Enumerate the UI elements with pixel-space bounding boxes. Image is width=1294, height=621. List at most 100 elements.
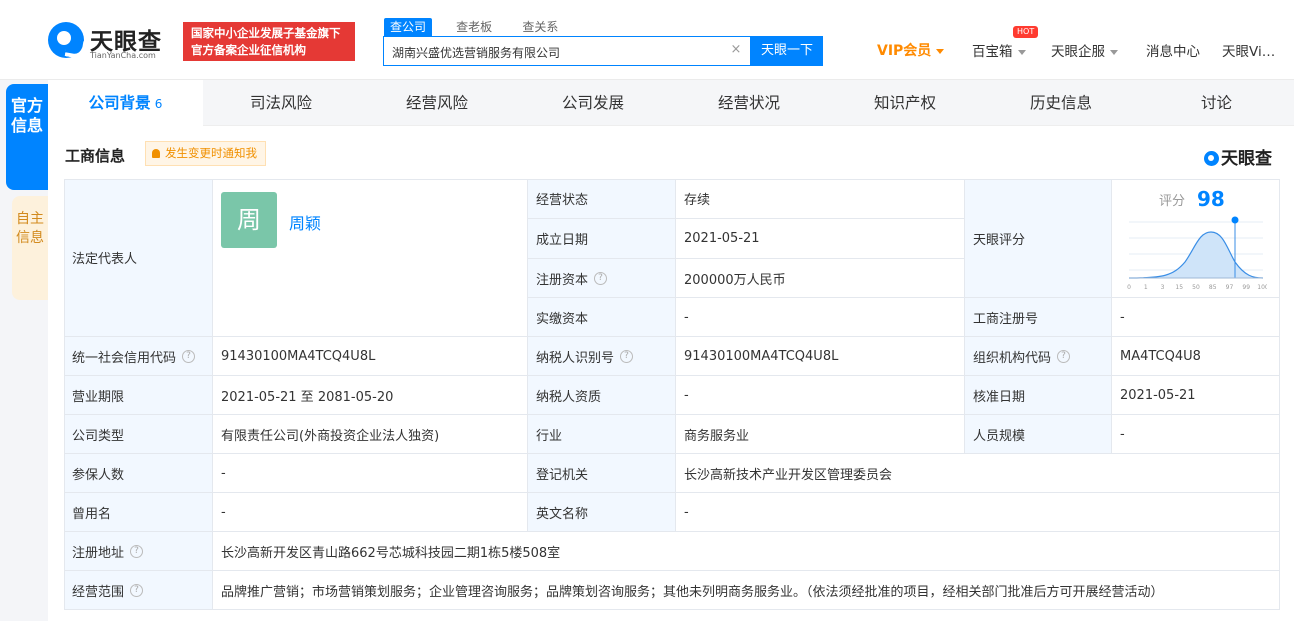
- enterprise-label: 天眼企服: [1051, 44, 1105, 60]
- section-tabbar: 公司背景 6 司法风险 经营风险 公司发展 经营状况 知识产权 历史信息 讨论: [48, 80, 1294, 126]
- scope-label: 经营范围: [72, 584, 125, 600]
- help-icon[interactable]: ?: [620, 349, 634, 363]
- taxpayer-id-label-cell: 纳税人识别号?: [528, 337, 676, 376]
- logo-eye-icon: [48, 22, 84, 58]
- tab-company-background[interactable]: 公司背景 6: [48, 80, 203, 126]
- tab-history[interactable]: 历史信息: [983, 80, 1139, 126]
- official-badge: 国家中小企业发展子基金旗下 官方备案企业征信机构: [183, 22, 355, 61]
- tab-label: 公司背景: [88, 94, 151, 112]
- help-icon[interactable]: ?: [130, 544, 144, 558]
- org-code-label-cell: 组织机构代码?: [965, 337, 1112, 376]
- approve-value: 2021-05-21: [1112, 376, 1280, 415]
- type-value: 有限责任公司(外商投资企业法人独资): [213, 415, 528, 454]
- taxpayer-id-value: 91430100MA4TCQ4U8L: [676, 337, 965, 376]
- tianyancha-logo[interactable]: 天眼查 TianYanCha.com: [48, 22, 178, 62]
- credit-code-label: 统一社会信用代码: [72, 350, 177, 366]
- scope-label-cell: 经营范围?: [64, 571, 213, 610]
- status-value: 存续: [676, 179, 965, 219]
- score-caption: 评分: [1159, 194, 1186, 209]
- chevron-down-icon: [1110, 49, 1118, 55]
- logo-eye-icon: [1204, 151, 1219, 166]
- score-axis: 0 1 3 15 50 85 97 99 100: [1127, 284, 1267, 291]
- reg-capital-label-cell: 注册资本?: [528, 259, 676, 298]
- tax-qual-label: 纳税人资质: [528, 376, 676, 415]
- industry-label: 行业: [528, 415, 676, 454]
- score-axis-tick: 97: [1226, 284, 1234, 291]
- english-name-value: -: [676, 493, 1280, 532]
- toolbox-menu[interactable]: 百宝箱: [972, 40, 1026, 60]
- authority-value: 长沙高新技术产业开发区管理委员会: [676, 454, 1280, 493]
- bell-icon: [152, 149, 160, 158]
- tab-company-development[interactable]: 公司发展: [515, 80, 671, 126]
- authority-label: 登记机关: [528, 454, 676, 493]
- founded-value: 2021-05-21: [676, 219, 965, 259]
- clear-icon[interactable]: ×: [728, 42, 744, 58]
- org-code-label: 组织机构代码: [973, 350, 1052, 366]
- chevron-down-icon: [1017, 49, 1026, 55]
- tab-business-risk[interactable]: 经营风险: [359, 80, 515, 126]
- term-label: 营业期限: [64, 376, 213, 415]
- reg-capital-label: 注册资本: [536, 272, 589, 288]
- search-type-tabs: 查公司 查老板 查关系: [384, 18, 578, 36]
- paid-capital-value: -: [676, 298, 965, 337]
- tab-count: 6: [154, 97, 163, 111]
- insured-label: 参保人数: [64, 454, 213, 493]
- search-tab-company[interactable]: 查公司: [384, 18, 433, 36]
- score-label: 天眼评分: [965, 179, 1112, 298]
- logo-subtext: TianYanCha.com: [90, 51, 156, 60]
- side-tab-official-info[interactable]: 官方信息: [6, 84, 48, 190]
- score-axis-tick: 1: [1144, 284, 1148, 291]
- reg-capital-value: 200000万人民币: [676, 259, 965, 298]
- toolbox-label: 百宝箱: [972, 44, 1013, 60]
- status-label: 经营状态: [528, 179, 676, 219]
- score-axis-tick: 0: [1127, 284, 1131, 291]
- user-menu[interactable]: 天眼Vi…: [1222, 40, 1275, 60]
- avatar: 周: [221, 192, 277, 248]
- tax-qual-value: -: [676, 376, 965, 415]
- enterprise-menu[interactable]: 天眼企服: [1051, 40, 1118, 60]
- badge-line-1: 国家中小企业发展子基金旗下: [191, 26, 341, 40]
- search-tab-boss[interactable]: 查老板: [450, 18, 498, 36]
- vip-label: VIP会员: [877, 43, 932, 59]
- vip-menu[interactable]: VIP会员: [877, 40, 945, 60]
- taxpayer-id-label: 纳税人识别号: [536, 350, 615, 366]
- score-distribution-chart: 0 1 3 15 50 85 97 99 100: [1127, 216, 1267, 291]
- staff-label: 人员规模: [965, 415, 1112, 454]
- founded-label: 成立日期: [528, 219, 676, 259]
- former-name-value: -: [213, 493, 528, 532]
- score-axis-tick: 99: [1242, 284, 1250, 291]
- reg-no-value: -: [1112, 298, 1280, 337]
- paid-capital-label: 实缴资本: [528, 298, 676, 337]
- side-tab-self-info[interactable]: 自主信息: [12, 196, 48, 300]
- reg-no-label: 工商注册号: [965, 298, 1112, 337]
- notify-button[interactable]: 发生变更时通知我: [145, 141, 266, 166]
- scope-value: 品牌推广营销；市场营销策划服务；企业管理咨询服务；品牌策划咨询服务；其他未列明商…: [213, 571, 1280, 610]
- former-name-label: 曾用名: [64, 493, 213, 532]
- tab-legal-risk[interactable]: 司法风险: [203, 80, 359, 126]
- tab-discussion[interactable]: 讨论: [1139, 80, 1294, 126]
- type-label: 公司类型: [64, 415, 213, 454]
- message-center-link[interactable]: 消息中心: [1146, 40, 1200, 60]
- search-tab-relation[interactable]: 查关系: [516, 18, 564, 36]
- tab-intellectual-property[interactable]: 知识产权: [827, 80, 983, 126]
- score-value: 98: [1197, 187, 1225, 211]
- approve-label: 核准日期: [965, 376, 1112, 415]
- search-input[interactable]: 湖南兴盛优选营销服务有限公司: [383, 36, 751, 66]
- tab-operating-status[interactable]: 经营状况: [671, 80, 827, 126]
- score-axis-tick: 100: [1257, 284, 1267, 291]
- chevron-down-icon: [936, 48, 945, 54]
- insured-value: -: [213, 454, 528, 493]
- help-icon[interactable]: ?: [1057, 349, 1071, 363]
- help-icon[interactable]: ?: [182, 349, 196, 363]
- industry-value: 商务服务业: [676, 415, 965, 454]
- address-label: 注册地址: [72, 545, 125, 561]
- legal-rep-label: 法定代表人: [64, 179, 213, 337]
- hot-badge: HOT: [1013, 26, 1039, 38]
- help-icon[interactable]: ?: [594, 271, 608, 285]
- score-axis-tick: 50: [1192, 284, 1200, 291]
- search-button[interactable]: 天眼一下: [751, 36, 823, 66]
- score-axis-tick: 3: [1161, 284, 1165, 291]
- help-icon[interactable]: ?: [130, 583, 144, 597]
- top-header: 天眼查 TianYanCha.com 国家中小企业发展子基金旗下 官方备案企业征…: [0, 0, 1294, 80]
- legal-rep-name-link[interactable]: 周颖: [289, 210, 321, 234]
